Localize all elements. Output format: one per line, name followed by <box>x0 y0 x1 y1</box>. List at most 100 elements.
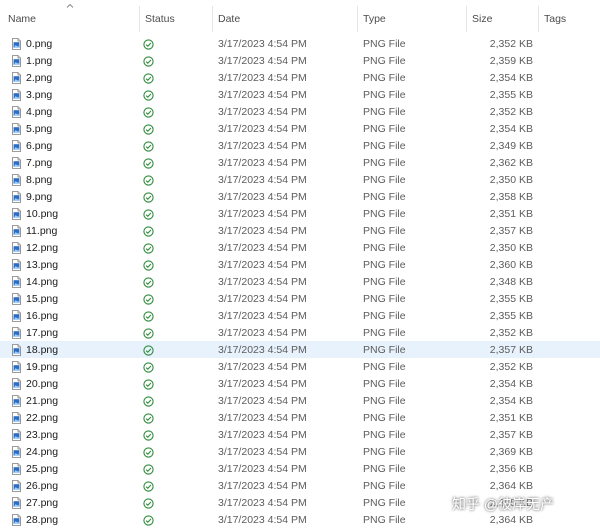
column-divider[interactable] <box>538 6 539 32</box>
file-type: PNG File <box>363 395 406 407</box>
file-name[interactable]: 17.png <box>26 324 58 341</box>
png-file-icon <box>11 327 22 339</box>
file-size: 2,355 KB <box>489 310 533 322</box>
file-row[interactable]: 17.png 3/17/2023 4:54 PM PNG File 2,352 KB <box>0 324 600 341</box>
file-size: 2,360 KB <box>489 259 533 271</box>
available-check-icon <box>143 344 154 356</box>
file-name[interactable]: 3.png <box>26 86 52 103</box>
column-divider[interactable] <box>357 6 358 32</box>
file-name[interactable]: 27.png <box>26 494 58 511</box>
file-name[interactable]: 21.png <box>26 392 58 409</box>
file-size: 2,348 KB <box>489 276 533 288</box>
file-name[interactable]: 25.png <box>26 460 58 477</box>
file-name[interactable]: 7.png <box>26 154 52 171</box>
file-name[interactable]: 0.png <box>26 35 52 52</box>
sort-ascending-icon[interactable] <box>66 2 74 10</box>
available-check-icon <box>143 89 154 101</box>
png-file-icon <box>11 395 22 407</box>
column-header-name[interactable]: Name <box>8 0 36 34</box>
file-row[interactable]: 13.png 3/17/2023 4:54 PM PNG File 2,360 KB <box>0 256 600 273</box>
file-date: 3/17/2023 4:54 PM <box>218 361 307 373</box>
file-date: 3/17/2023 4:54 PM <box>218 480 307 492</box>
file-name[interactable]: 10.png <box>26 205 58 222</box>
file-row[interactable]: 26.png 3/17/2023 4:54 PM PNG File 2,364 KB <box>0 477 600 494</box>
file-date: 3/17/2023 4:54 PM <box>218 276 307 288</box>
file-name[interactable]: 9.png <box>26 188 52 205</box>
file-name[interactable]: 20.png <box>26 375 58 392</box>
file-name[interactable]: 15.png <box>26 290 58 307</box>
file-type: PNG File <box>363 293 406 305</box>
available-check-icon <box>143 225 154 237</box>
file-date: 3/17/2023 4:54 PM <box>218 395 307 407</box>
file-name[interactable]: 13.png <box>26 256 58 273</box>
file-row[interactable]: 5.png 3/17/2023 4:54 PM PNG File 2,354 KB <box>0 120 600 137</box>
file-row[interactable]: 23.png 3/17/2023 4:54 PM PNG File 2,357 KB <box>0 426 600 443</box>
file-row[interactable]: 10.png 3/17/2023 4:54 PM PNG File 2,351 KB <box>0 205 600 222</box>
png-file-icon <box>11 310 22 322</box>
file-row[interactable]: 24.png 3/17/2023 4:54 PM PNG File 2,369 KB <box>0 443 600 460</box>
available-check-icon <box>143 378 154 390</box>
file-name[interactable]: 19.png <box>26 358 58 375</box>
file-row[interactable]: 6.png 3/17/2023 4:54 PM PNG File 2,349 KB <box>0 137 600 154</box>
file-name[interactable]: 22.png <box>26 409 58 426</box>
column-header-type[interactable]: Type <box>363 0 386 34</box>
file-name[interactable]: 6.png <box>26 137 52 154</box>
file-type: PNG File <box>363 259 406 271</box>
file-row[interactable]: 16.png 3/17/2023 4:54 PM PNG File 2,355 KB <box>0 307 600 324</box>
file-row[interactable]: 3.png 3/17/2023 4:54 PM PNG File 2,355 KB <box>0 86 600 103</box>
file-name[interactable]: 16.png <box>26 307 58 324</box>
file-date: 3/17/2023 4:54 PM <box>218 140 307 152</box>
file-row[interactable]: 2.png 3/17/2023 4:54 PM PNG File 2,354 KB <box>0 69 600 86</box>
file-name[interactable]: 12.png <box>26 239 58 256</box>
file-type: PNG File <box>363 276 406 288</box>
file-row[interactable]: 18.png 3/17/2023 4:54 PM PNG File 2,357 KB <box>0 341 600 358</box>
file-name[interactable]: 5.png <box>26 120 52 137</box>
file-row[interactable]: 15.png 3/17/2023 4:54 PM PNG File 2,355 KB <box>0 290 600 307</box>
png-file-icon <box>11 157 22 169</box>
available-check-icon <box>143 463 154 475</box>
file-name[interactable]: 24.png <box>26 443 58 460</box>
column-header-status[interactable]: Status <box>145 0 175 34</box>
file-row[interactable]: 4.png 3/17/2023 4:54 PM PNG File 2,352 KB <box>0 103 600 120</box>
file-type: PNG File <box>363 514 406 526</box>
column-divider[interactable] <box>466 6 467 32</box>
file-name[interactable]: 14.png <box>26 273 58 290</box>
file-row[interactable]: 9.png 3/17/2023 4:54 PM PNG File 2,358 KB <box>0 188 600 205</box>
file-name[interactable]: 8.png <box>26 171 52 188</box>
file-name[interactable]: 11.png <box>26 222 57 239</box>
file-name[interactable]: 23.png <box>26 426 58 443</box>
file-type: PNG File <box>363 497 406 509</box>
file-name[interactable]: 28.png <box>26 511 58 528</box>
column-divider[interactable] <box>212 6 213 32</box>
file-row[interactable]: 25.png 3/17/2023 4:54 PM PNG File 2,356 KB <box>0 460 600 477</box>
file-type: PNG File <box>363 72 406 84</box>
file-row[interactable]: 7.png 3/17/2023 4:54 PM PNG File 2,362 KB <box>0 154 600 171</box>
file-name[interactable]: 1.png <box>26 52 52 69</box>
file-name[interactable]: 2.png <box>26 69 52 86</box>
file-row[interactable]: 0.png 3/17/2023 4:54 PM PNG File 2,352 KB <box>0 35 600 52</box>
file-row[interactable]: 11.png 3/17/2023 4:54 PM PNG File 2,357 KB <box>0 222 600 239</box>
file-type: PNG File <box>363 446 406 458</box>
column-header-size[interactable]: Size <box>472 0 492 34</box>
column-divider[interactable] <box>139 6 140 32</box>
column-header-tags[interactable]: Tags <box>544 0 566 34</box>
available-check-icon <box>143 276 154 288</box>
file-name[interactable]: 18.png <box>26 341 58 358</box>
available-check-icon <box>143 106 154 118</box>
column-header-row: Name Status Date Type Size Tags <box>0 0 600 34</box>
file-row[interactable]: 20.png 3/17/2023 4:54 PM PNG File 2,354 KB <box>0 375 600 392</box>
file-row[interactable]: 21.png 3/17/2023 4:54 PM PNG File 2,354 KB <box>0 392 600 409</box>
column-header-date[interactable]: Date <box>218 0 240 34</box>
file-date: 3/17/2023 4:54 PM <box>218 38 307 50</box>
file-row[interactable]: 12.png 3/17/2023 4:54 PM PNG File 2,350 KB <box>0 239 600 256</box>
file-date: 3/17/2023 4:54 PM <box>218 191 307 203</box>
file-row[interactable]: 14.png 3/17/2023 4:54 PM PNG File 2,348 KB <box>0 273 600 290</box>
file-row[interactable]: 19.png 3/17/2023 4:54 PM PNG File 2,352 KB <box>0 358 600 375</box>
png-file-icon <box>11 293 22 305</box>
file-date: 3/17/2023 4:54 PM <box>218 174 307 186</box>
file-row[interactable]: 1.png 3/17/2023 4:54 PM PNG File 2,359 KB <box>0 52 600 69</box>
file-row[interactable]: 22.png 3/17/2023 4:54 PM PNG File 2,351 KB <box>0 409 600 426</box>
file-row[interactable]: 8.png 3/17/2023 4:54 PM PNG File 2,350 KB <box>0 171 600 188</box>
file-name[interactable]: 26.png <box>26 477 58 494</box>
file-name[interactable]: 4.png <box>26 103 52 120</box>
